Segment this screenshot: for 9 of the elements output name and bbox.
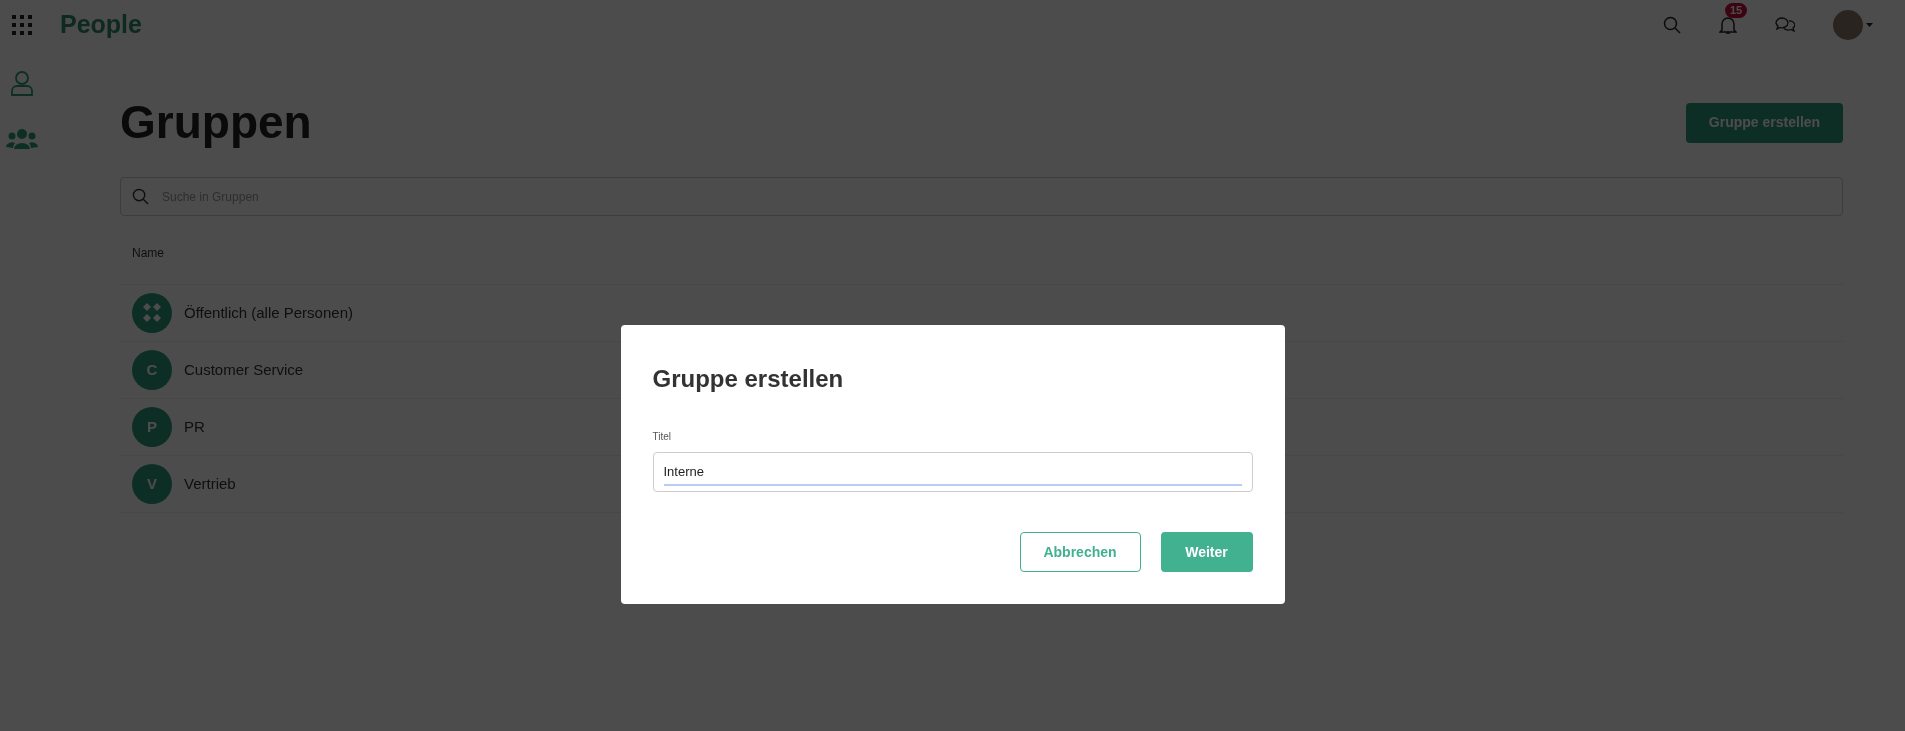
cancel-button[interactable]: Abbrechen [1019, 532, 1141, 572]
column-header: Name [132, 246, 164, 260]
field-label: Titel [652, 430, 673, 444]
title-input[interactable]: Interne [652, 452, 1253, 492]
continue-button[interactable]: Weiter [1160, 532, 1253, 572]
app-title: People [60, 9, 142, 41]
group-name[interactable]: Öffentlich (alle Personen) [184, 301, 353, 325]
page-title: Gruppen [120, 95, 312, 150]
dialog-title: Gruppe erstellen [652, 364, 845, 394]
